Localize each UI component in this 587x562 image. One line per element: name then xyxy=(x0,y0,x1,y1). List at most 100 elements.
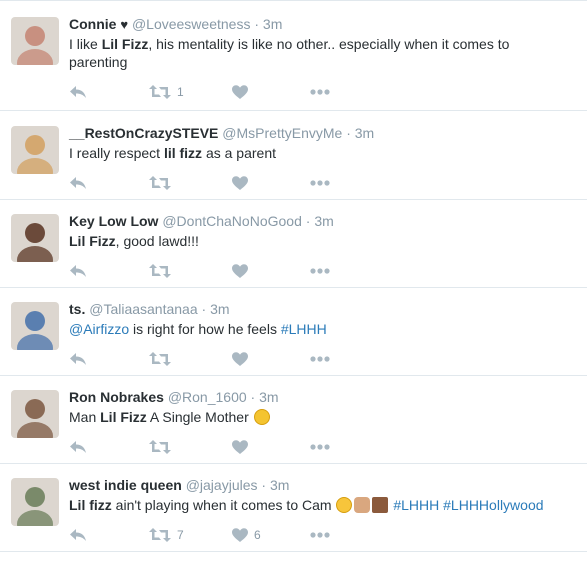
fullname[interactable]: ts. xyxy=(69,301,85,317)
avatar[interactable] xyxy=(11,214,59,262)
like-button[interactable]: 6 xyxy=(232,526,261,544)
hashtag-link[interactable]: #LHHH xyxy=(389,497,439,513)
tweet[interactable]: Connie ♥ @Loveesweetness · 3m I like Lil … xyxy=(0,0,587,111)
screen-name[interactable]: @DontChaNoNoGood xyxy=(162,213,302,229)
tweet[interactable]: west indie queen @jajayjules · 3m Lil fiz… xyxy=(0,464,587,552)
square-emoji-icon xyxy=(372,497,389,513)
more-icon xyxy=(310,356,330,362)
tweet-text-part: , good lawd!!! xyxy=(115,233,199,249)
heart-icon xyxy=(232,439,248,454)
tweet-text-part: , his mentality is like no other.. espec… xyxy=(148,36,510,52)
tweet-text-part: Lil Fizz xyxy=(101,36,149,52)
more-icon xyxy=(310,444,330,450)
retweet-button[interactable]: 7 xyxy=(149,526,184,544)
like-button[interactable] xyxy=(232,174,254,192)
screen-name[interactable]: @jajayjules xyxy=(186,477,258,493)
reply-icon xyxy=(70,529,86,541)
heart-icon xyxy=(232,84,248,99)
tweet-text-part: I like xyxy=(69,36,102,52)
more-icon xyxy=(310,89,330,95)
screen-name[interactable]: @Ron_1600 xyxy=(168,389,247,405)
retweet-button[interactable] xyxy=(149,350,177,368)
fullname[interactable]: Key Low Low xyxy=(69,213,158,229)
screen-name[interactable]: @MsPrettyEnvyMe xyxy=(222,125,342,141)
reply-button[interactable] xyxy=(69,174,87,192)
tweet-text: Man Lil Fizz A Single Mother xyxy=(69,408,574,426)
tweet-text: Lil fizz ain't playing when it comes to … xyxy=(69,496,574,514)
avatar[interactable] xyxy=(11,17,59,65)
retweet-icon xyxy=(149,176,171,190)
hashtag-link[interactable]: #LHHHollywood xyxy=(439,497,543,513)
retweet-icon xyxy=(149,528,171,542)
tweet-text-part: I really respect xyxy=(69,145,164,161)
fullname[interactable]: Ron Nobrakes xyxy=(69,389,164,405)
tweet-text: Lil Fizz, good lawd!!! xyxy=(69,232,574,250)
tweet-text-part: ain't playing when it comes to Cam xyxy=(111,497,336,513)
like-button[interactable] xyxy=(232,262,254,280)
like-button[interactable] xyxy=(232,350,254,368)
heart-icon xyxy=(232,263,248,278)
reply-button[interactable] xyxy=(69,526,87,544)
timestamp[interactable]: 3m xyxy=(314,213,333,229)
tweet-text-part: is right for how he feels xyxy=(129,321,281,337)
weary-emoji-icon xyxy=(253,409,270,425)
tweet-text-part: parenting xyxy=(69,54,128,70)
separator-dot: · xyxy=(254,16,260,32)
more-button[interactable] xyxy=(310,83,330,101)
retweet-button[interactable] xyxy=(149,174,177,192)
black-heart-icon: ♥ xyxy=(120,17,129,32)
avatar[interactable] xyxy=(11,126,59,174)
tweet[interactable]: Ron Nobrakes @Ron_1600 · 3m Man Lil Fizz … xyxy=(0,376,587,464)
tweet[interactable]: ts. @Taliaasantanaa · 3m @Airfizzo is rig… xyxy=(0,288,587,376)
retweet-button[interactable] xyxy=(149,438,177,456)
tweet-link[interactable]: #LHHH xyxy=(281,321,327,337)
timeline: Connie ♥ @Loveesweetness · 3m I like Lil … xyxy=(0,0,587,562)
reply-button[interactable] xyxy=(69,350,87,368)
like-button[interactable] xyxy=(232,83,254,101)
heart-icon xyxy=(232,175,248,190)
retweet-count: 1 xyxy=(177,85,184,99)
more-button[interactable] xyxy=(310,174,330,192)
tweet-text: @Airfizzo is right for how he feels #LHH… xyxy=(69,320,574,338)
fullname[interactable]: Connie xyxy=(69,16,116,32)
like-count: 6 xyxy=(254,528,261,542)
tweet-text-part: Lil Fizz xyxy=(69,233,116,249)
reply-icon xyxy=(70,441,86,453)
reply-button[interactable] xyxy=(69,438,87,456)
retweet-icon xyxy=(149,352,171,366)
separator-dot: · xyxy=(305,213,311,229)
reply-button[interactable] xyxy=(69,83,87,101)
more-button[interactable] xyxy=(310,526,330,544)
tweet[interactable]: __RestOnCrazySTEVE @MsPrettyEnvyMe · 3m I… xyxy=(0,112,587,200)
tweet-header: __RestOnCrazySTEVE @MsPrettyEnvyMe · 3m xyxy=(69,124,374,142)
more-button[interactable] xyxy=(310,350,330,368)
avatar[interactable] xyxy=(11,302,59,350)
screen-name[interactable]: @Loveesweetness xyxy=(132,16,251,32)
timestamp[interactable]: 3m xyxy=(355,125,374,141)
avatar[interactable] xyxy=(11,478,59,526)
timestamp[interactable]: 3m xyxy=(263,16,282,32)
reply-button[interactable] xyxy=(69,262,87,280)
retweet-button[interactable]: 1 xyxy=(149,83,184,101)
avatar[interactable] xyxy=(11,390,59,438)
tweet-header: west indie queen @jajayjules · 3m xyxy=(69,476,289,494)
retweet-button[interactable] xyxy=(149,262,177,280)
more-icon xyxy=(310,180,330,186)
fullname[interactable]: west indie queen xyxy=(69,477,182,493)
timestamp[interactable]: 3m xyxy=(210,301,229,317)
reply-icon xyxy=(70,177,86,189)
like-button[interactable] xyxy=(232,438,254,456)
timestamp[interactable]: 3m xyxy=(259,389,278,405)
screen-name[interactable]: @Taliaasantanaa xyxy=(89,301,197,317)
tweet-link[interactable]: @Airfizzo xyxy=(69,321,129,337)
timestamp[interactable]: 3m xyxy=(270,477,289,493)
tweet-text-part: Man xyxy=(69,409,101,425)
more-icon xyxy=(310,532,330,538)
fullname[interactable]: __RestOnCrazySTEVE xyxy=(69,125,218,141)
tweet-text-part: Lil fizz xyxy=(69,497,112,513)
more-button[interactable] xyxy=(310,438,330,456)
heart-icon xyxy=(232,527,248,542)
tweet[interactable]: Key Low Low @DontChaNoNoGood · 3m Lil Fiz… xyxy=(0,200,587,288)
more-button[interactable] xyxy=(310,262,330,280)
tweet-text: I like Lil Fizz, his mentality is like n… xyxy=(69,35,574,71)
